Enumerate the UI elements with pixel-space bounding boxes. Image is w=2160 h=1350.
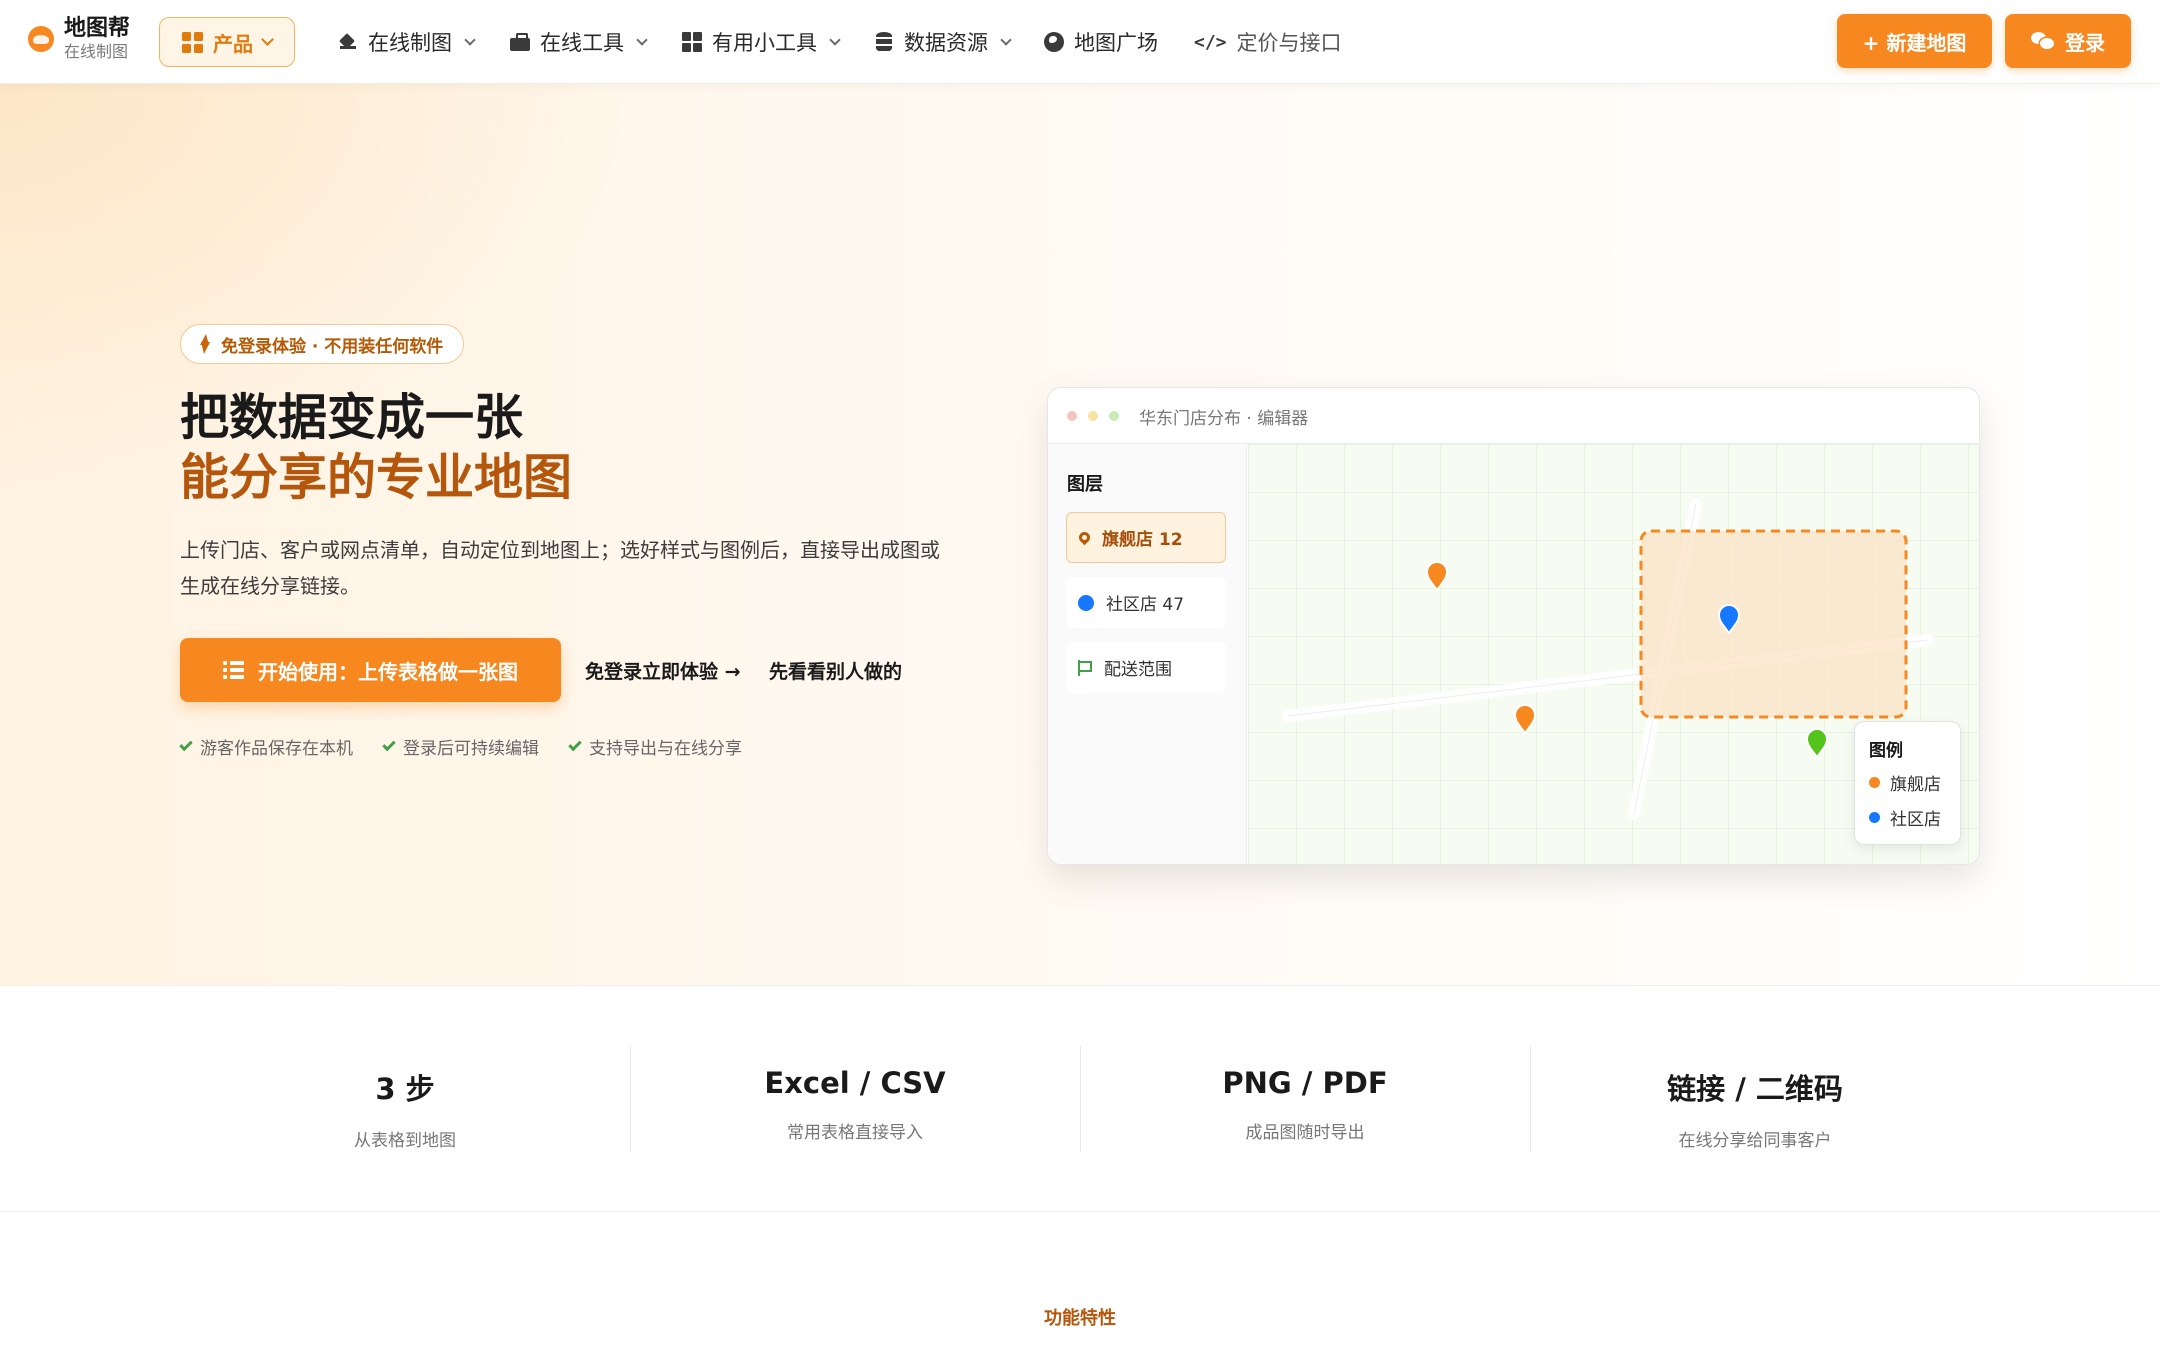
delivery-area-polygon[interactable]	[1639, 529, 1908, 719]
check-item: 支持导出与在线分享	[568, 734, 742, 759]
nav-item-label: 有用小工具	[712, 31, 817, 55]
check-item-label: 游客作品保存在本机	[200, 739, 353, 759]
brand-subtitle: 在线制图	[64, 42, 129, 61]
layer-label: 旗舰店 12	[1102, 530, 1183, 550]
globe-icon	[1044, 32, 1064, 52]
window-dot-red	[1067, 411, 1077, 421]
stat-label: 在线分享给同事客户	[1678, 1131, 1832, 1151]
table-list-icon	[223, 661, 244, 679]
stat-steps: 3 步 从表格到地图	[180, 1046, 630, 1152]
checkmark-icon	[179, 737, 193, 752]
new-map-label: + 新建地图	[1862, 30, 1967, 55]
stat-value: 链接 / 二维码	[1667, 1072, 1843, 1106]
nav-item-label: 地图广场	[1074, 31, 1158, 55]
stat-value: Excel / CSV	[764, 1066, 946, 1100]
chevron-down-icon	[1000, 33, 1012, 46]
legend-heading: 图例	[1869, 741, 1903, 761]
top-navbar: 地图帮 在线制图 产品 在线制图 在线工具 有用小工具 数据资源 地图广场 </…	[0, 0, 2160, 84]
check-item: 游客作品保存在本机	[179, 734, 353, 759]
layers-panel: 图层 旗舰店 12 社区店 47 配送范围	[1048, 444, 1247, 864]
layer-item-delivery-area[interactable]: 配送范围	[1066, 642, 1226, 693]
window-dot-yellow	[1088, 411, 1098, 421]
nav-item-label: 在线制图	[368, 31, 452, 55]
stat-sharing: 链接 / 二维码 在线分享给同事客户	[1530, 1046, 1980, 1152]
features-section-label: 功能特性	[1044, 1308, 1116, 1329]
product-menu-button[interactable]: 产品	[159, 17, 295, 67]
apps-grid-icon	[682, 32, 702, 52]
check-item-label: 支持导出与在线分享	[589, 739, 742, 759]
orange-dot-icon	[1869, 777, 1880, 788]
chevron-down-icon	[636, 33, 648, 46]
database-icon	[874, 32, 894, 52]
nav-item-utilities[interactable]: 有用小工具	[682, 0, 841, 84]
editor-title: 华东门店分布 · 编辑器	[1139, 409, 1309, 429]
login-label: 登录	[2065, 30, 2105, 55]
checkmark-icon	[382, 737, 396, 752]
stats-section: 3 步 从表格到地图 Excel / CSV 常用表格直接导入 PNG / PD…	[0, 986, 2160, 1212]
nav-item-label: 定价与接口	[1236, 31, 1342, 55]
code-icon: </>	[1194, 31, 1227, 53]
start-upload-label: 开始使用：上传表格做一张图	[258, 659, 518, 684]
layer-item-community[interactable]: 社区店 47	[1066, 577, 1226, 628]
legend-item-flagship: 旗舰店	[1869, 770, 1941, 795]
lightning-bolt-icon	[199, 334, 211, 354]
product-menu-label: 产品	[213, 31, 253, 56]
wechat-icon	[2031, 32, 2055, 50]
chevron-down-icon	[464, 33, 476, 46]
blue-dot-icon	[1869, 812, 1880, 823]
checkmark-icon	[568, 737, 582, 752]
stat-export-formats: PNG / PDF 成品图随时导出	[1080, 1046, 1530, 1152]
layer-label: 配送范围	[1104, 660, 1172, 680]
stat-label: 常用表格直接导入	[787, 1123, 923, 1143]
check-item: 登录后可持续编辑	[382, 734, 539, 759]
chevron-down-icon	[261, 33, 274, 46]
legend-item-community: 社区店	[1869, 805, 1941, 830]
layers-icon	[338, 32, 358, 52]
stat-label: 成品图随时导出	[1245, 1123, 1365, 1143]
legend-label: 社区店	[1890, 810, 1941, 830]
stat-value: PNG / PDF	[1222, 1066, 1388, 1100]
brand-name: 地图帮	[64, 16, 131, 41]
brand-logo-link[interactable]: 地图帮 在线制图	[28, 18, 130, 60]
nav-item-label: 在线工具	[540, 31, 624, 55]
grid-icon	[182, 31, 203, 53]
nav-item-online-tools[interactable]: 在线工具	[510, 0, 648, 84]
view-gallery-link[interactable]: 先看看别人做的	[769, 657, 902, 684]
hero-badge: 免登录体验 · 不用装任何软件	[180, 324, 465, 364]
stat-label: 从表格到地图	[354, 1131, 456, 1151]
check-item-label: 登录后可持续编辑	[403, 739, 539, 759]
nav-item-map-gallery[interactable]: 地图广场	[1044, 0, 1158, 84]
start-upload-button[interactable]: 开始使用：上传表格做一张图	[180, 638, 561, 702]
map-legend: 图例 旗舰店 社区店	[1854, 721, 1961, 845]
layer-label: 社区店 47	[1106, 595, 1185, 615]
legend-label: 旗舰店	[1890, 775, 1941, 795]
hero-description: 上传门店、客户或网点清单，自动定位到地图上；选好样式与图例后，直接导出成图或生成…	[180, 538, 940, 598]
hero-feature-checks: 游客作品保存在本机 登录后可持续编辑 支持导出与在线分享	[179, 734, 742, 759]
window-dot-green	[1109, 411, 1119, 421]
nav-item-label: 数据资源	[904, 31, 988, 55]
try-without-login-link[interactable]: 免登录立即体验 →	[585, 657, 741, 684]
stat-value: 3 步	[375, 1072, 435, 1106]
blue-dot-icon	[1078, 594, 1094, 611]
hero-title-line1: 把数据变成一张	[180, 389, 524, 446]
nav-item-pricing-api[interactable]: </> 定价与接口	[1194, 0, 1342, 84]
nav-item-online-mapping[interactable]: 在线制图	[338, 0, 476, 84]
hero-section: 免登录体验 · 不用装任何软件 把数据变成一张 能分享的专业地图 上传门店、客户…	[0, 84, 2160, 986]
editor-preview-card: 华东门店分布 · 编辑器 图层 旗舰店 12 社区店 47 配送范围 图例 旗舰…	[1047, 387, 1980, 865]
map-logo-icon	[28, 26, 54, 52]
login-button[interactable]: 登录	[2005, 14, 2131, 68]
map-pin-icon	[1076, 529, 1093, 546]
toolbox-icon	[510, 32, 530, 52]
hero-badge-text: 免登录体验 · 不用装任何软件	[221, 336, 444, 357]
polygon-area-icon	[1078, 659, 1092, 676]
editor-title-bar: 华东门店分布 · 编辑器	[1048, 388, 1979, 444]
nav-item-data-resources[interactable]: 数据资源	[874, 0, 1012, 84]
hero-title-line2: 能分享的专业地图	[180, 449, 573, 506]
layers-heading: 图层	[1067, 474, 1103, 495]
layer-item-flagship[interactable]: 旗舰店 12	[1066, 512, 1226, 563]
new-map-button[interactable]: + 新建地图	[1837, 14, 1992, 68]
chevron-down-icon	[829, 33, 841, 46]
stat-import-formats: Excel / CSV 常用表格直接导入	[630, 1046, 1080, 1152]
